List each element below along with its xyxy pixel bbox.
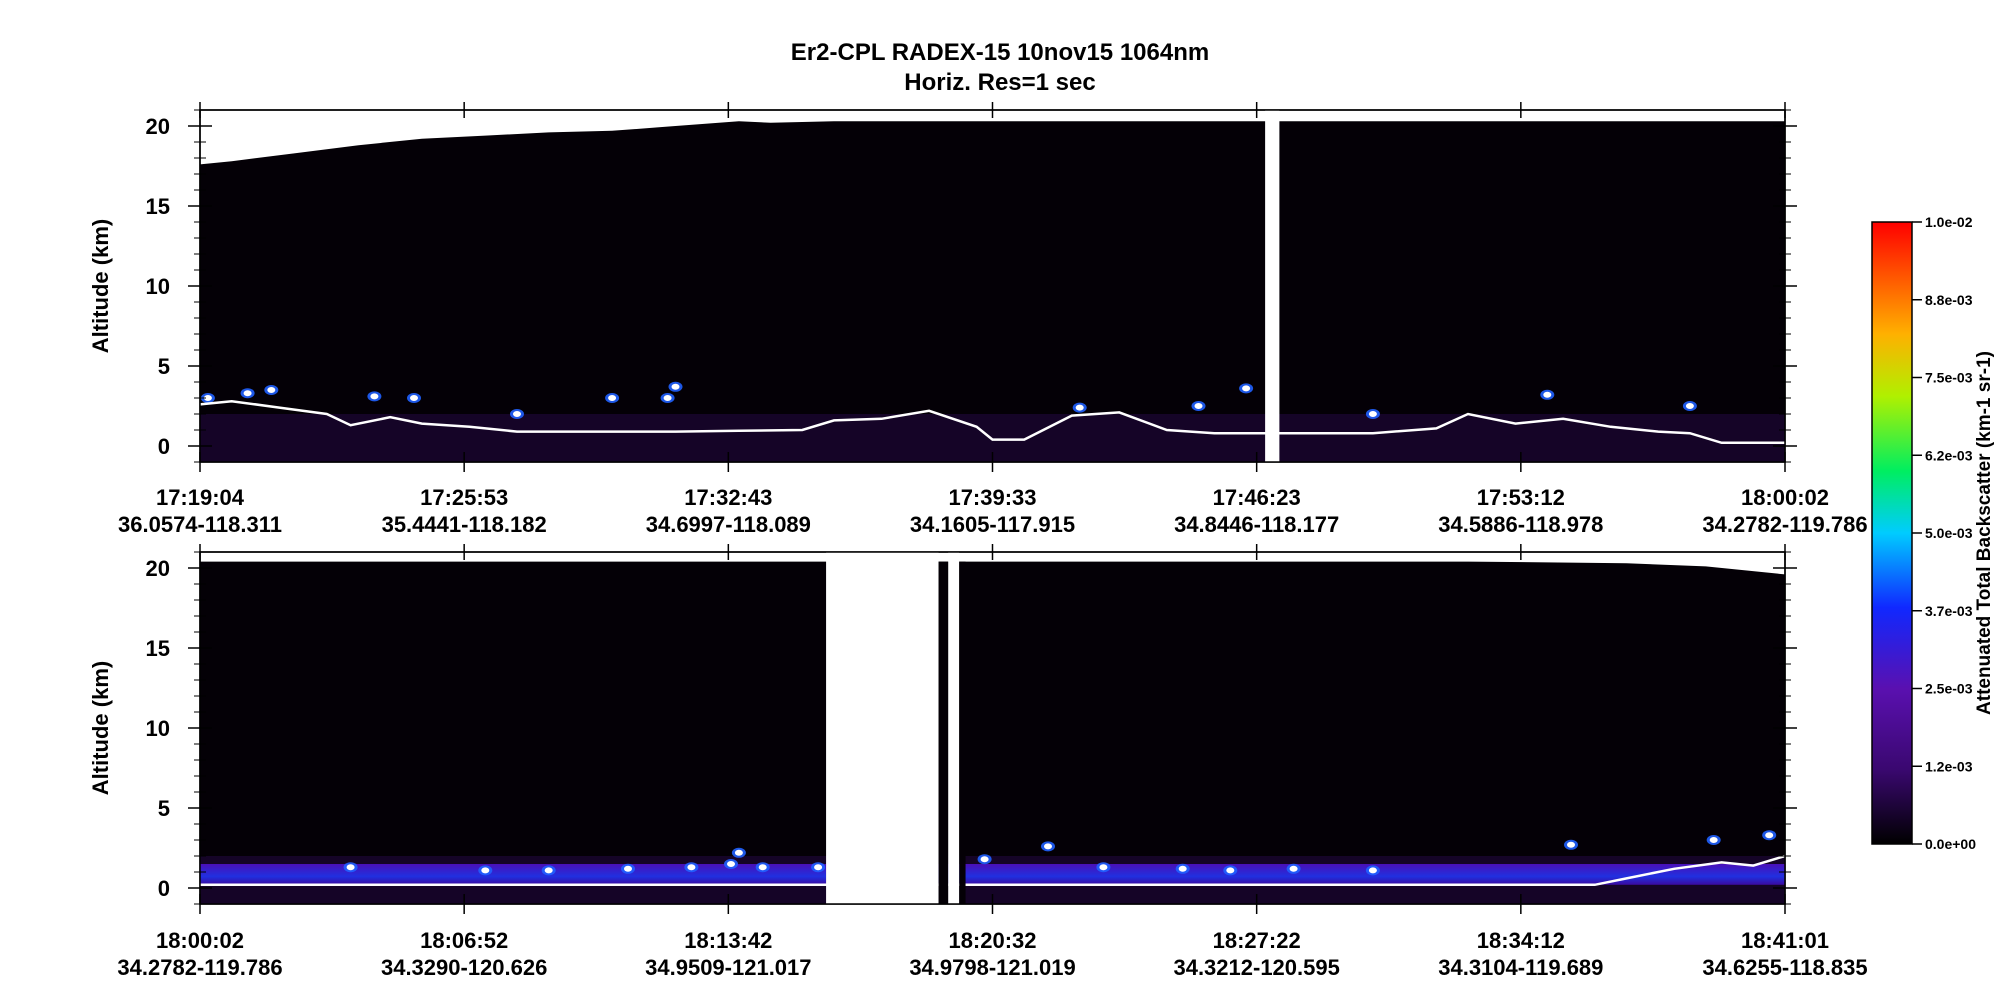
colorbar-tick-label: 0.0e+00 <box>1925 836 1976 852</box>
colorbar-label: Attenuated Total Backscatter (km-1 sr-1) <box>1974 351 1995 715</box>
y-axis-label: Altitude (km) <box>88 661 113 795</box>
x-tick-time: 18:00:02 <box>156 928 244 953</box>
x-tick-time: 18:00:02 <box>1741 485 1829 510</box>
x-tick-location: 34.6997-118.089 <box>646 512 811 537</box>
panel-bottom: 0 5 10 15 20 Altitude (km) 18:00:0234.2782-119… <box>88 544 1868 980</box>
cloud-core <box>1194 403 1203 409</box>
cloud-core <box>1765 832 1774 839</box>
cloud-core <box>1685 403 1694 409</box>
x-tick-time: 18:20:32 <box>948 928 1036 953</box>
cloud-core <box>727 861 735 867</box>
cloud-core <box>671 383 680 390</box>
cloud-core <box>814 864 823 871</box>
colorbar-tick-label: 1.0e-02 <box>1925 214 1973 230</box>
x-tick-time: 17:46:23 <box>1213 485 1301 510</box>
cloud-core <box>481 867 490 874</box>
cloud-core <box>608 395 617 401</box>
colorbar-tick-label: 1.2e-03 <box>1925 758 1973 774</box>
lidar-figure: Er2-CPL RADEX-15 10nov15 1064nm Horiz. R… <box>88 39 1995 980</box>
x-tick-time: 18:13:42 <box>684 928 772 953</box>
y-tick-label: 10 <box>146 716 170 741</box>
colorbar-tick-label: 7.5e-03 <box>1925 370 1973 386</box>
cloud-core <box>624 865 632 872</box>
boundary-layer <box>938 864 1785 885</box>
data-column <box>938 561 949 904</box>
cloud-core <box>1543 391 1552 398</box>
x-tick-time: 17:39:33 <box>948 485 1036 510</box>
cloud-core <box>1289 865 1298 872</box>
colorbar-tick-label: 8.8e-03 <box>1925 292 1973 308</box>
cloud-core <box>1044 843 1052 850</box>
colorbar-ticks: 0.0e+00 1.2e-03 2.5e-03 3.7e-03 5.0e-03 6.2e-… <box>1912 214 1976 852</box>
data-column <box>959 561 966 904</box>
backscatter-field <box>200 121 1785 462</box>
x-tick-location: 34.9509-121.017 <box>645 955 811 980</box>
cloud-core <box>1368 867 1377 874</box>
colorbar-tick-label: 6.2e-03 <box>1925 447 1973 463</box>
y-tick-label: 0 <box>158 876 170 901</box>
x-tick-time: 17:19:04 <box>156 485 245 510</box>
x-tick-time: 17:25:53 <box>420 485 508 510</box>
cloud-core <box>346 864 355 871</box>
x-tick-location: 34.2782-119.786 <box>117 955 282 980</box>
cloud-core <box>370 393 379 400</box>
data-gap <box>1265 110 1280 462</box>
x-tick-location: 34.3104-119.689 <box>1438 955 1603 980</box>
x-tick-time: 18:06:52 <box>420 928 508 953</box>
cloud-core <box>1242 385 1251 392</box>
cloud-core <box>758 864 767 871</box>
cloud-core <box>513 411 521 417</box>
y-tick-label: 5 <box>158 796 170 821</box>
cloud-core <box>663 395 672 401</box>
cloud-core <box>410 395 418 401</box>
x-tick-time: 17:53:12 <box>1477 485 1565 510</box>
x-tick-location: 34.3212-120.595 <box>1173 955 1339 980</box>
cloud-core <box>1226 867 1235 874</box>
y-tick-label: 0 <box>158 434 170 459</box>
x-tick-location: 36.0574-118.311 <box>118 512 282 537</box>
cloud-core <box>1709 837 1718 843</box>
chart-title: Er2-CPL RADEX-15 10nov15 1064nm <box>791 39 1209 66</box>
chart-subtitle: Horiz. Res=1 sec <box>904 69 1095 96</box>
cloud-core <box>687 864 696 871</box>
x-tick-location: 34.3290-120.626 <box>381 955 547 980</box>
panel-top: 0 5 10 15 20 Altitude (km) 17:19:0436.0574-118… <box>88 102 1868 537</box>
cloud-core <box>1099 864 1108 871</box>
x-tick-location: 35.4441-118.182 <box>382 512 547 537</box>
x-tick-time: 17:32:43 <box>684 485 772 510</box>
y-tick-label: 10 <box>146 274 170 299</box>
cloud-core <box>1368 411 1377 417</box>
x-tick-time: 18:41:01 <box>1741 928 1829 953</box>
x-tick-location: 34.2782-119.786 <box>1702 512 1867 537</box>
data-gap <box>948 552 960 904</box>
x-tick-location: 34.9798-121.019 <box>909 955 1075 980</box>
x-tick-time: 18:34:12 <box>1477 928 1565 953</box>
y-tick-label: 15 <box>146 636 170 661</box>
x-tick-time: 18:27:22 <box>1213 928 1301 953</box>
cloud-core <box>1178 865 1187 872</box>
x-tick-location: 34.1605-117.915 <box>910 512 1075 537</box>
x-tick-location: 34.5886-118.978 <box>1438 512 1603 537</box>
cloud-core <box>267 387 276 393</box>
colorbar-tick-label: 2.5e-03 <box>1925 681 1973 697</box>
x-tick-location: 34.8446-118.177 <box>1174 512 1339 537</box>
colorbar-tick-label: 3.7e-03 <box>1925 603 1973 619</box>
data-gap <box>826 552 939 904</box>
cloud-core <box>980 856 989 863</box>
y-tick-label: 20 <box>146 114 170 139</box>
y-tick-label: 20 <box>146 556 170 581</box>
cloud-core <box>243 390 252 397</box>
x-tick-location: 34.6255-118.835 <box>1702 955 1867 980</box>
colorbar-gradient <box>1871 221 1913 845</box>
y-axis-label: Altitude (km) <box>88 219 113 353</box>
cloud-core <box>1567 841 1575 848</box>
cloud-core <box>1075 404 1084 411</box>
y-tick-label: 15 <box>146 194 170 219</box>
cloud-core <box>734 849 743 856</box>
cloud-core <box>544 867 553 874</box>
colorbar-tick-label: 5.0e-03 <box>1925 525 1973 541</box>
y-tick-label: 5 <box>158 354 170 379</box>
colorbar: 0.0e+00 1.2e-03 2.5e-03 3.7e-03 5.0e-03 6.2e-… <box>1871 214 1995 852</box>
backscatter-field <box>200 561 1785 904</box>
